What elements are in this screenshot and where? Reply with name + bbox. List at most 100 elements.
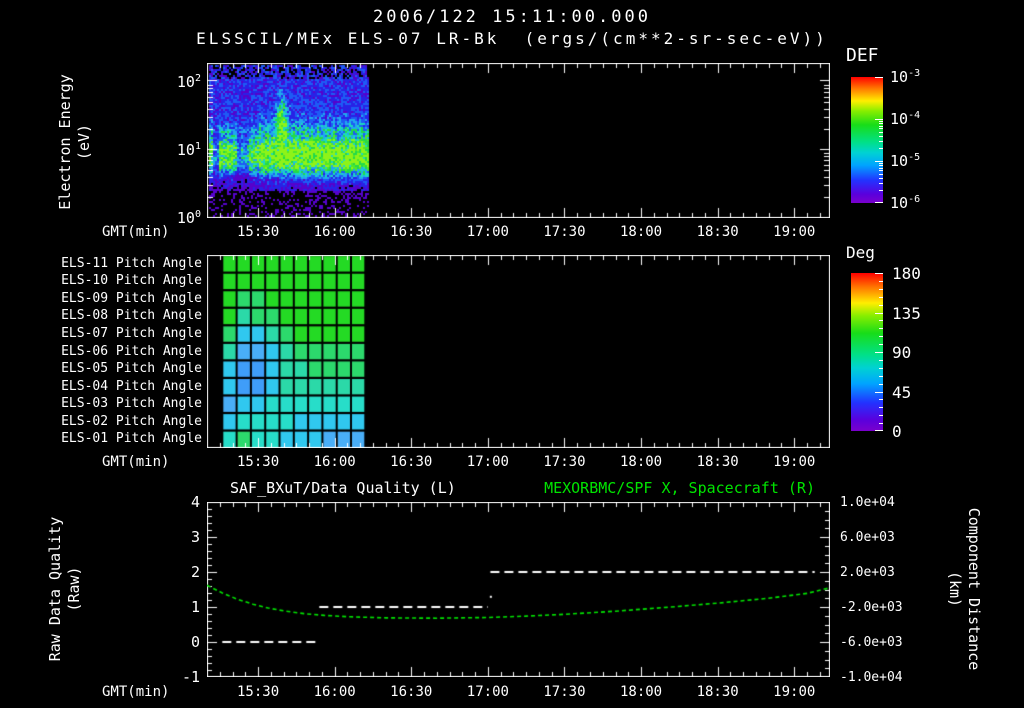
colorbar-tick: [879, 359, 883, 361]
xtick-label: 17:30: [543, 684, 586, 700]
pitch-row-label: ELS-09 Pitch Angle: [61, 290, 202, 306]
colorbar-tick: [879, 375, 883, 377]
colorbar-tick: [879, 190, 883, 192]
xtick-label: 18:00: [619, 454, 663, 470]
deg-colorbar-tick-label: 0: [892, 422, 902, 441]
xtick-label: 16:30: [390, 224, 433, 240]
colorbar-tick: [879, 407, 883, 409]
colorbar-tick: [875, 77, 883, 78]
pitch-row-label: ELS-03 Pitch Angle: [61, 396, 202, 412]
colorbar-tick: [879, 399, 883, 401]
pitch-row-label: ELS-06 Pitch Angle: [61, 343, 202, 359]
colorbar-tick: [875, 352, 883, 353]
raw-quality-axis-label-line1: Raw Data Quality: [46, 516, 64, 662]
colorbar-tick: [879, 383, 883, 385]
colorbar-tick: [879, 304, 883, 306]
colorbar-tick: [879, 320, 883, 322]
colorbar-tick: [875, 202, 883, 203]
gmt-label-bottom: GMT(min): [102, 684, 170, 700]
colorbar-tick: [879, 336, 883, 338]
pitch-row-label: ELS-07 Pitch Angle: [61, 325, 202, 341]
energy-ytick-label: 102: [176, 73, 201, 91]
deg-colorbar-title: Deg: [846, 243, 875, 262]
colorbar-tick: [875, 391, 883, 393]
xtick-label: 18:30: [696, 224, 739, 240]
distance-ytick-label: -2.0e+03: [840, 600, 903, 615]
quality-ytick-label: 4: [190, 493, 200, 511]
component-distance-axis-label: Component Distance (km): [943, 489, 983, 689]
component-distance-axis-label-line2: (km): [946, 570, 964, 608]
distance-ytick-label: 2.0e+03: [840, 565, 895, 580]
colorbar-tick: [879, 177, 883, 179]
energy-axis-label: Electron Energy (eV): [56, 42, 96, 242]
quality-ytick-label: 0: [190, 633, 200, 651]
electron-energy-spectrogram: [207, 63, 830, 218]
quality-ytick-label: -1: [181, 668, 200, 686]
colorbar-tick: [875, 430, 883, 431]
xtick-label: 16:30: [390, 684, 433, 700]
quality-title-right: MEXORBMC/SPF X, Spacecraft (R): [544, 479, 815, 497]
energy-axis-label-line2: (eV): [75, 123, 93, 161]
xtick-label: 17:30: [543, 224, 586, 240]
deg-colorbar-tick-label: 135: [892, 303, 921, 323]
quality-distance-plot: [207, 502, 830, 677]
xtick-label: 17:00: [466, 454, 509, 470]
colorbar-tick: [879, 128, 883, 130]
colorbar-tick: [879, 170, 883, 172]
gmt-label-middle: GMT(min): [102, 454, 170, 470]
def-colorbar-tick-label: 10-5: [890, 152, 921, 170]
colorbar-tick: [879, 131, 883, 133]
colorbar-tick: [875, 312, 883, 314]
def-colorbar: [851, 77, 883, 203]
colorbar-tick: [875, 273, 883, 274]
quality-ytick-label: 3: [190, 528, 200, 546]
distance-ytick-label: -6.0e+03: [840, 635, 903, 650]
colorbar-tick: [875, 119, 883, 120]
colorbar-tick: [879, 162, 883, 164]
xtick-label: 15:30: [236, 684, 280, 700]
def-colorbar-tick-label: 10-6: [890, 194, 921, 212]
pitch-row-label: ELS-02 Pitch Angle: [61, 413, 202, 429]
distance-ytick-label: 1.0e+04: [840, 495, 895, 510]
colorbar-tick: [879, 367, 883, 369]
colorbar-tick: [879, 123, 883, 125]
def-colorbar-tick-label: 10-3: [890, 68, 921, 86]
mex-els-plot-screen: 2006/122 15:11:00.000 ELSSCIL/MEx ELS-07…: [0, 0, 1024, 708]
deg-colorbar-tick-label: 45: [892, 382, 912, 402]
xtick-label: 17:30: [543, 454, 586, 470]
xtick-label: 19:00: [773, 684, 816, 700]
colorbar-tick: [879, 135, 883, 137]
xtick-label: 17:00: [466, 684, 509, 700]
colorbar-tick: [879, 288, 883, 290]
colorbar-tick: [879, 148, 883, 150]
xtick-label: 18:00: [619, 684, 663, 700]
xtick-label: 17:00: [466, 224, 509, 240]
def-colorbar-tick-label: 10-4: [890, 110, 921, 128]
colorbar-tick: [879, 125, 883, 127]
energy-ytick-label: 101: [176, 141, 201, 159]
xtick-label: 16:00: [313, 684, 356, 700]
pitch-row-label: ELS-01 Pitch Angle: [61, 431, 202, 447]
distance-ytick-label: -1.0e+04: [840, 670, 903, 685]
xtick-label: 18:00: [619, 224, 663, 240]
colorbar-tick: [879, 120, 883, 122]
colorbar-tick: [879, 328, 883, 330]
colorbar-tick: [879, 182, 883, 184]
def-colorbar-title: DEF: [846, 45, 879, 66]
colorbar-tick: [879, 173, 883, 175]
xtick-label: 15:30: [236, 454, 280, 470]
energy-ytick-label: 100: [176, 209, 201, 227]
pitch-angle-panel: [207, 255, 830, 448]
component-distance-axis-label-line1: Component Distance: [965, 507, 983, 671]
pitch-row-label: ELS-04 Pitch Angle: [61, 378, 202, 394]
xtick-label: 16:30: [390, 454, 433, 470]
xtick-label: 16:00: [313, 454, 356, 470]
xtick-label: 19:00: [773, 454, 816, 470]
pitch-row-label: ELS-08 Pitch Angle: [61, 308, 202, 324]
energy-axis-label-line1: Electron Energy: [56, 74, 74, 210]
quality-ytick-label: 1: [190, 598, 200, 616]
quality-ytick-label: 2: [190, 563, 200, 581]
colorbar-tick: [879, 165, 883, 167]
deg-colorbar: [851, 273, 883, 431]
colorbar-tick: [875, 161, 883, 162]
